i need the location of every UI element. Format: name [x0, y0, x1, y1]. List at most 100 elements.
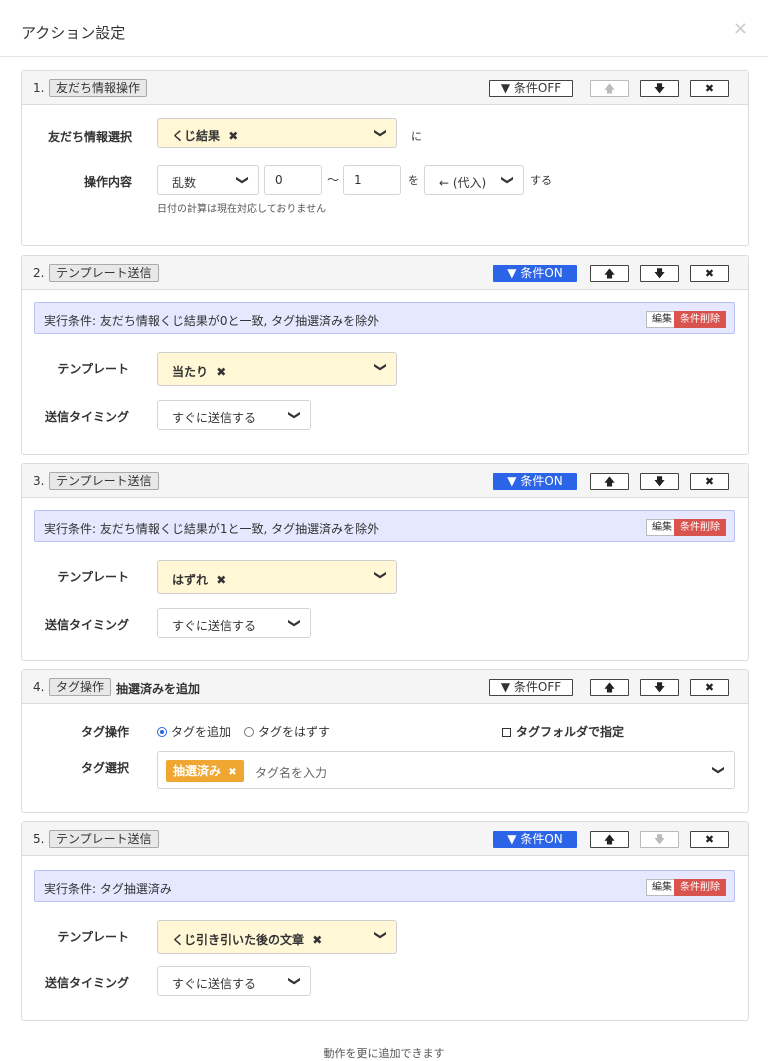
- remove-tag-icon[interactable]: ✖: [228, 767, 236, 778]
- remove-value-icon[interactable]: ✖: [216, 365, 226, 379]
- template-value: 当たり: [172, 365, 209, 379]
- condition-bar: 実行条件: 友だち情報くじ結果が0と一致, タグ抽選済みを除外 編集 条件削除: [34, 302, 735, 334]
- move-down-button[interactable]: 🡇: [640, 473, 679, 490]
- delete-action-button[interactable]: ✖: [690, 831, 729, 848]
- chevron-down-icon: ❯: [373, 569, 388, 581]
- delete-action-button[interactable]: ✖: [690, 80, 729, 97]
- action-card-header: 5. テンプレート送信 ▼ 条件ON 🡅 🡇 ✖: [22, 822, 748, 856]
- delete-action-button[interactable]: ✖: [690, 473, 729, 490]
- timing-label: 送信タイミング: [44, 976, 129, 990]
- range-from-input[interactable]: 0: [264, 165, 322, 195]
- radio-unchecked[interactable]: [244, 727, 254, 737]
- template-value: はずれ: [172, 573, 209, 587]
- friend-info-select[interactable]: くじ結果 ✖ ❯: [157, 118, 397, 148]
- timing-value: すぐに送信する: [172, 411, 257, 425]
- arrow-down-icon: 🡇: [653, 82, 666, 95]
- tag-name-placeholder[interactable]: タグ名を入力: [255, 764, 327, 781]
- template-label: テンプレート: [57, 570, 129, 584]
- move-up-button[interactable]: 🡅: [590, 80, 629, 97]
- action-type-badge: テンプレート送信: [49, 830, 159, 848]
- timing-select[interactable]: すぐに送信する ❯: [157, 966, 311, 996]
- tag-select-input[interactable]: 抽選済み ✖ タグ名を入力 ❯: [157, 751, 735, 789]
- template-value: くじ引き引いた後の文章: [172, 933, 305, 947]
- ni-text: に: [411, 130, 422, 143]
- action-type-badge: テンプレート送信: [49, 264, 159, 282]
- delete-action-button[interactable]: ✖: [690, 679, 729, 696]
- radio-add-tag[interactable]: タグを追加: [157, 723, 231, 740]
- condition-toggle-button[interactable]: ▼ 条件ON: [493, 473, 577, 490]
- move-down-button[interactable]: 🡇: [640, 265, 679, 282]
- action-card-4: 4. タグ操作 抽選済みを追加 ▼ 条件OFF 🡅 🡇 ✖ タグ操作 タグを追加…: [21, 669, 749, 813]
- radio-checked[interactable]: [157, 727, 167, 737]
- tag-folder-label: タグフォルダで指定: [516, 725, 625, 739]
- delete-condition-button[interactable]: 条件削除: [674, 519, 726, 536]
- remove-value-icon[interactable]: ✖: [216, 573, 226, 587]
- condition-toggle-label: 条件ON: [520, 266, 563, 280]
- action-card-1: 1. 友だち情報操作 ▼ 条件OFF 🡅 🡇 ✖ 友だち情報選択 くじ結果 ✖ …: [21, 70, 749, 246]
- tag-folder-checkbox[interactable]: タグフォルダで指定: [502, 723, 624, 740]
- template-select[interactable]: 当たり ✖ ❯: [157, 352, 397, 386]
- close-icon[interactable]: ×: [733, 18, 748, 39]
- action-number: 4.: [33, 680, 45, 694]
- chevron-down-icon: ❯: [373, 361, 388, 373]
- chevron-down-icon: ❯: [373, 929, 388, 941]
- move-down-button[interactable]: 🡇: [640, 679, 679, 696]
- suru-text: する: [530, 174, 552, 187]
- action-card-header: 2. テンプレート送信 ▼ 条件ON 🡅 🡇 ✖: [22, 256, 748, 290]
- delete-condition-button[interactable]: 条件削除: [674, 879, 726, 896]
- modal-title: アクション設定: [21, 24, 126, 42]
- arrow-down-icon: 🡇: [653, 681, 666, 694]
- action-number: 3.: [33, 474, 45, 488]
- action-summary: 抽選済みを追加: [116, 682, 201, 696]
- tag-chip: 抽選済み ✖: [166, 760, 244, 782]
- condition-toggle-button[interactable]: ▼ 条件ON: [493, 831, 577, 848]
- timing-select[interactable]: すぐに送信する ❯: [157, 400, 311, 430]
- remove-value-icon[interactable]: ✖: [312, 933, 322, 947]
- move-up-button[interactable]: 🡅: [590, 265, 629, 282]
- arrow-up-icon: 🡅: [603, 82, 616, 95]
- condition-toggle-label: 条件ON: [520, 474, 563, 488]
- friend-info-value: くじ結果: [172, 129, 221, 143]
- delete-action-button[interactable]: ✖: [690, 265, 729, 282]
- tag-select-label: タグ選択: [80, 761, 129, 775]
- condition-text: 実行条件: タグ抽選済み: [44, 882, 172, 896]
- date-calc-note: 日付の計算は現在対応しておりません: [157, 204, 327, 215]
- condition-toggle-button[interactable]: ▼ 条件OFF: [489, 679, 573, 696]
- operation-label: 操作内容: [83, 175, 132, 189]
- timing-select[interactable]: すぐに送信する ❯: [157, 608, 311, 638]
- arrow-up-icon: 🡅: [603, 267, 616, 280]
- arrow-down-icon: 🡇: [653, 267, 666, 280]
- move-down-button[interactable]: 🡇: [640, 80, 679, 97]
- condition-toggle-button[interactable]: ▼ 条件ON: [493, 265, 577, 282]
- condition-toggle-label: 条件ON: [520, 832, 563, 846]
- friend-info-label: 友だち情報選択: [47, 130, 132, 144]
- condition-toggle-button[interactable]: ▼ 条件OFF: [489, 80, 573, 97]
- range-to-input[interactable]: 1: [343, 165, 401, 195]
- radio-remove-tag[interactable]: タグをはずす: [244, 723, 330, 740]
- filter-icon: ▼: [500, 680, 511, 694]
- template-select[interactable]: はずれ ✖ ❯: [157, 560, 397, 594]
- move-up-button[interactable]: 🡅: [590, 831, 629, 848]
- operation-select[interactable]: 乱数 ❯: [157, 165, 259, 195]
- template-value-wrap: はずれ ✖: [172, 571, 226, 588]
- modal-header: アクション設定 ×: [0, 0, 768, 57]
- tilde-text: 〜: [327, 173, 340, 187]
- move-up-button[interactable]: 🡅: [590, 679, 629, 696]
- delete-condition-button[interactable]: 条件削除: [674, 311, 726, 328]
- friend-info-value-wrap: くじ結果 ✖: [172, 127, 238, 144]
- wo-text: を: [408, 174, 419, 187]
- assign-select[interactable]: ← (代入) ❯: [424, 165, 524, 195]
- remove-value-icon[interactable]: ✖: [228, 129, 238, 143]
- delete-icon: ✖: [704, 267, 715, 280]
- delete-icon: ✖: [704, 681, 715, 694]
- chevron-down-icon: ❯: [235, 174, 250, 186]
- template-select[interactable]: くじ引き引いた後の文章 ✖ ❯: [157, 920, 397, 954]
- chevron-down-icon: ❯: [287, 409, 302, 421]
- checkbox[interactable]: [502, 728, 511, 737]
- move-up-button[interactable]: 🡅: [590, 473, 629, 490]
- filter-icon: ▼: [507, 832, 517, 846]
- move-down-button[interactable]: 🡇: [640, 831, 679, 848]
- chevron-down-icon: ❯: [373, 127, 388, 139]
- filter-icon: ▼: [507, 266, 517, 280]
- condition-bar: 実行条件: 友だち情報くじ結果が1と一致, タグ抽選済みを除外 編集 条件削除: [34, 510, 735, 542]
